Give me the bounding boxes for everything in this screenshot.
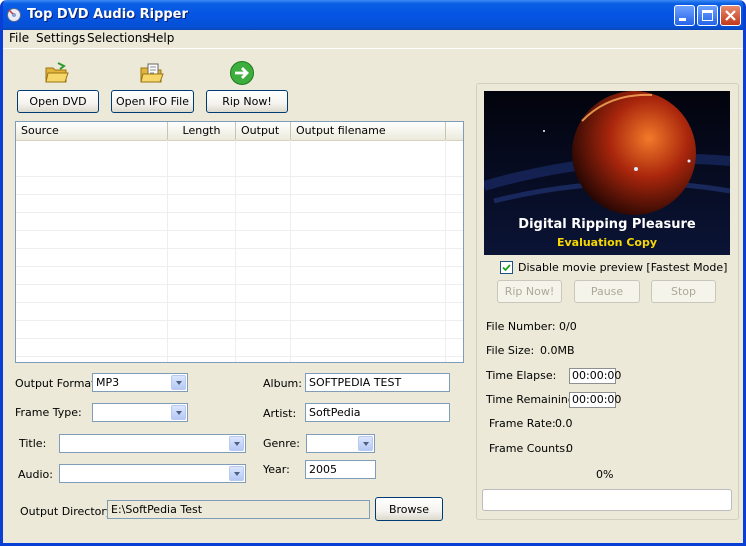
file-number-value: 0/0 (559, 320, 577, 333)
empty-row (16, 266, 463, 285)
frame-counts-label: Frame Counts: (489, 442, 569, 455)
output-format-value: MP3 (96, 376, 120, 389)
empty-row (16, 194, 463, 213)
folder-open-icon[interactable] (44, 60, 70, 86)
empty-row (16, 230, 463, 249)
output-directory-label: Output Directory: (20, 505, 116, 518)
album-input[interactable]: SOFTPEDIA TEST (305, 373, 450, 392)
column-output-filename[interactable]: Output filename (291, 122, 446, 140)
album-label: Album: (263, 377, 302, 390)
checkmark-icon (502, 264, 511, 272)
close-icon (725, 10, 736, 21)
arrow-right-icon[interactable] (229, 60, 255, 86)
disable-preview-label[interactable]: Disable movie preview [Fastest Mode] (518, 261, 727, 274)
chevron-down-icon[interactable] (358, 436, 373, 451)
track-list[interactable]: Source Length Output Output filename (15, 121, 464, 363)
frame-rate-value: 0.0 (555, 417, 573, 430)
audio-select[interactable] (59, 464, 246, 483)
genre-select[interactable] (306, 434, 375, 453)
year-input[interactable]: 2005 (305, 460, 376, 479)
empty-row (16, 158, 463, 177)
empty-row (16, 212, 463, 231)
chevron-down-icon[interactable] (229, 466, 244, 481)
rip-now-toolbar-button[interactable]: Rip Now! (206, 90, 288, 113)
preview-subtitle: Evaluation Copy (556, 236, 658, 249)
empty-row (16, 302, 463, 321)
frame-rate-label: Frame Rate: (489, 417, 556, 430)
chevron-down-icon[interactable] (171, 375, 186, 390)
folder-file-icon[interactable] (139, 60, 165, 86)
empty-row (16, 284, 463, 303)
rip-now-button[interactable]: Rip Now! (497, 280, 562, 303)
output-format-label: Output Format: (15, 377, 100, 390)
main-window: Top DVD Audio Ripper File Settings Selec… (0, 0, 746, 546)
minimize-icon (679, 18, 686, 21)
movie-preview: Digital Ripping Pleasure Evaluation Copy (484, 91, 730, 255)
title-select[interactable] (59, 434, 246, 453)
disable-preview-checkbox[interactable] (500, 261, 513, 274)
track-list-header: Source Length Output Output filename (16, 122, 463, 141)
audio-label: Audio: (18, 468, 53, 481)
output-format-select[interactable]: MP3 (92, 373, 188, 392)
preview-title: Digital Ripping Pleasure (518, 217, 696, 232)
artist-label: Artist: (263, 407, 297, 420)
artist-input[interactable]: SoftPedia (305, 403, 450, 422)
frame-type-label: Frame Type: (15, 406, 82, 419)
frame-type-select[interactable] (92, 403, 188, 422)
maximize-icon (702, 10, 713, 21)
menu-settings[interactable]: Settings (36, 31, 85, 45)
menu-bar: File Settings Selections Help (3, 30, 743, 49)
file-number-label: File Number: (486, 320, 556, 333)
menu-selections[interactable]: Selections (87, 31, 149, 45)
output-directory-field[interactable]: E:\SoftPedia Test (107, 500, 370, 519)
minimize-button[interactable] (674, 5, 695, 26)
title-bar[interactable]: Top DVD Audio Ripper (3, 0, 743, 30)
file-size-label: File Size: (486, 344, 535, 357)
frame-counts-value: 0 (566, 442, 573, 455)
chevron-down-icon[interactable] (171, 405, 186, 420)
window-title: Top DVD Audio Ripper (27, 7, 188, 22)
empty-row (16, 320, 463, 339)
empty-row (16, 248, 463, 267)
close-button[interactable] (720, 5, 741, 26)
progress-percent: 0% (596, 468, 614, 481)
empty-row (16, 176, 463, 195)
menu-file[interactable]: File (9, 31, 29, 45)
maximize-button[interactable] (697, 5, 718, 26)
empty-row (16, 338, 463, 357)
title-label: Title: (19, 437, 47, 450)
time-elapse-label: Time Elapse: (486, 369, 557, 382)
app-icon (7, 8, 21, 22)
column-length[interactable]: Length (168, 122, 236, 140)
pause-button[interactable]: Pause (574, 280, 640, 303)
open-ifo-button[interactable]: Open IFO File (111, 90, 194, 113)
progress-bar (482, 489, 732, 511)
time-remaining-label: Time Remaining: (486, 393, 579, 406)
time-remaining-value: 00:00:00 (569, 392, 621, 408)
column-output[interactable]: Output (236, 122, 291, 140)
menu-help[interactable]: Help (147, 31, 174, 45)
file-size-value: 0.0MB (540, 344, 575, 357)
time-elapse-value: 00:00:00 (569, 368, 621, 384)
chevron-down-icon[interactable] (229, 436, 244, 451)
stop-button[interactable]: Stop (651, 280, 716, 303)
browse-button[interactable]: Browse (375, 497, 443, 521)
column-source[interactable]: Source (16, 122, 168, 140)
open-dvd-button[interactable]: Open DVD (17, 90, 99, 113)
genre-label: Genre: (263, 437, 301, 450)
year-label: Year: (263, 463, 290, 476)
